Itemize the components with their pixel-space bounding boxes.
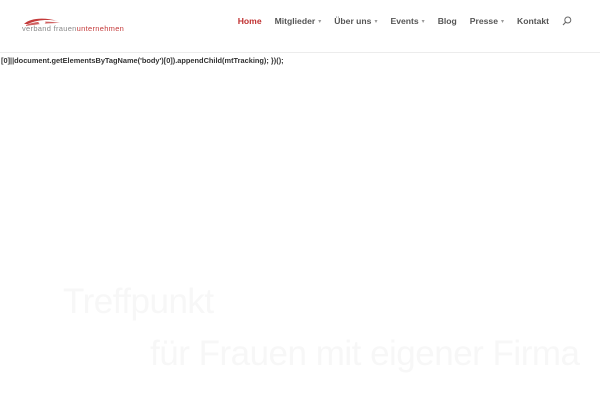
nav-item-blog[interactable]: Blog: [438, 16, 457, 26]
nav-item-label: Mitglieder: [274, 16, 316, 26]
leaked-script-text: [0]||document.getElementsByTagName('body…: [1, 56, 284, 65]
nav-item-events[interactable]: Events ▾: [390, 16, 424, 26]
nav-item-label: Presse: [469, 16, 498, 26]
nav-item-label: Kontakt: [517, 16, 549, 26]
hero-headline-line2: für Frauen mit eigener Firma: [150, 334, 580, 373]
page: verband frauenunternehmen Home Mitgliede…: [0, 0, 600, 400]
logo-text: verband frauenunternehmen: [22, 24, 124, 33]
logo-text-part2: unternehmen: [76, 24, 125, 33]
nav-item-mitglieder[interactable]: Mitglieder ▾: [275, 16, 322, 26]
nav-item-label: Home: [237, 16, 262, 26]
site-logo[interactable]: verband frauenunternehmen: [22, 18, 162, 34]
nav-item-presse[interactable]: Presse ▾: [470, 16, 504, 26]
nav-item-label: Blog: [437, 16, 457, 26]
chevron-down-icon: ▾: [500, 18, 504, 25]
chevron-down-icon: ▾: [318, 18, 322, 25]
chevron-down-icon: ▾: [421, 18, 425, 25]
hero-section: Treffpunkt für Frauen mit eigener Firma: [0, 72, 600, 400]
main-nav: Home Mitglieder ▾ Über uns ▾ Events ▾ Bl…: [225, 14, 572, 28]
hero-headline-line1: Treffpunkt: [63, 282, 214, 321]
site-header: verband frauenunternehmen Home Mitgliede…: [0, 0, 600, 53]
nav-item-kontakt[interactable]: Kontakt: [517, 16, 549, 26]
nav-item-home[interactable]: Home: [238, 16, 262, 26]
nav-item-label: Events: [390, 16, 419, 26]
nav-item-label: Über uns: [334, 16, 372, 26]
search-icon[interactable]: [562, 16, 572, 26]
nav-item-ueber-uns[interactable]: Über uns ▾: [334, 16, 377, 26]
chevron-down-icon: ▾: [374, 18, 378, 25]
logo-text-part1: verband frauen: [22, 24, 77, 33]
